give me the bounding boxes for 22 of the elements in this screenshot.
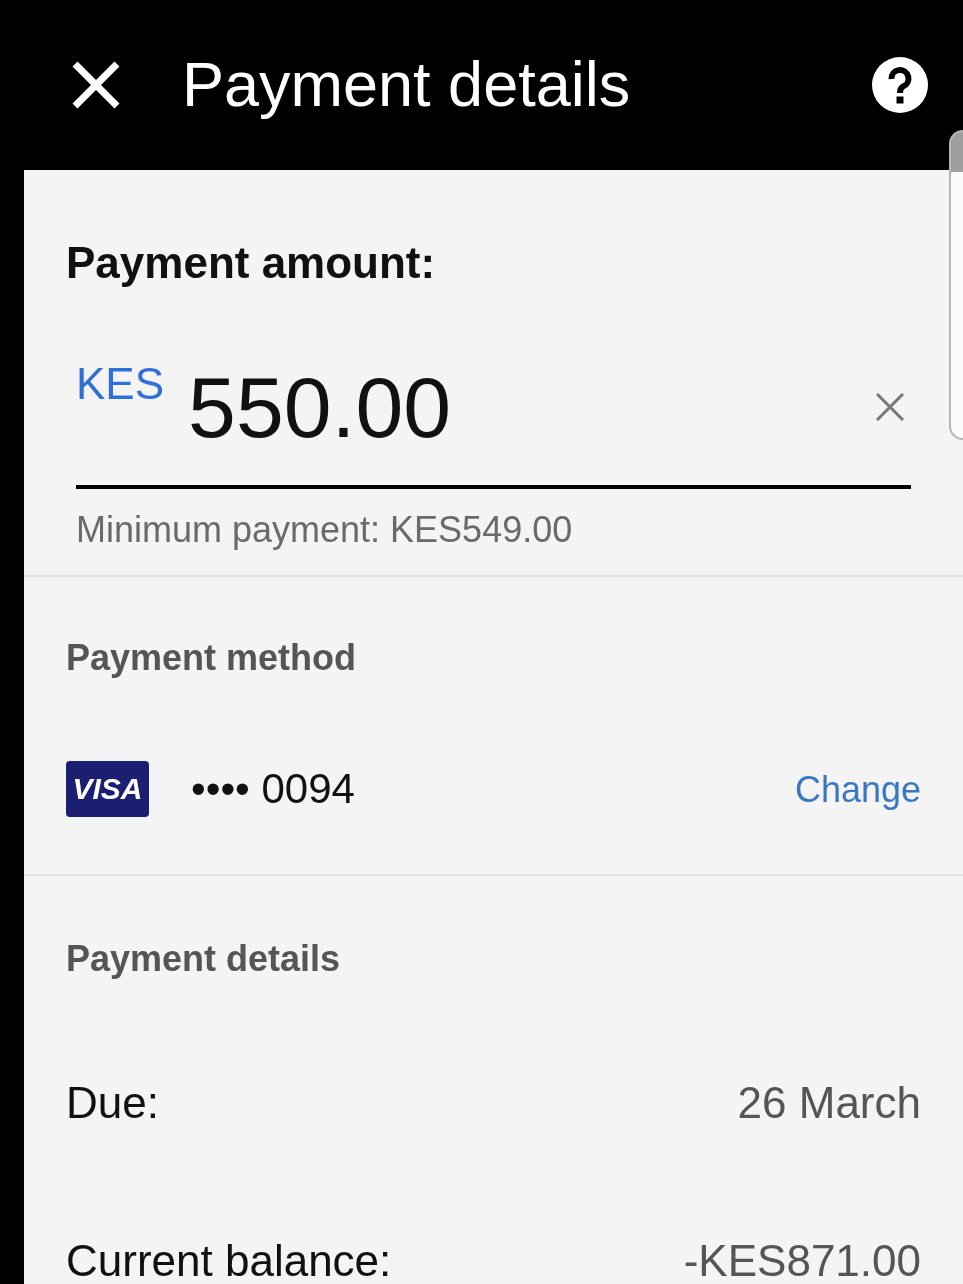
close-button[interactable] [72, 61, 120, 109]
minimum-payment-hint: Minimum payment: KES549.00 [76, 507, 574, 551]
page-title: Payment details [182, 48, 632, 122]
amount-label: Payment amount: [66, 237, 437, 289]
section-heading: Payment method [66, 636, 358, 680]
section-heading: Payment details [66, 937, 342, 981]
change-link[interactable]: Change [794, 767, 921, 811]
close-icon [72, 61, 120, 109]
currency-label: KES [76, 361, 165, 406]
detail-value: -KES871.00 [683, 1236, 921, 1284]
amount-field[interactable]: KES 550.00 [76, 361, 911, 489]
detail-value: 26 March [737, 1079, 921, 1128]
clear-icon [876, 392, 904, 421]
detail-label: Current balance: [66, 1236, 392, 1284]
help-button[interactable] [872, 57, 928, 113]
amount-value: 550.00 [188, 363, 452, 450]
help-icon [872, 57, 928, 113]
edge-handle[interactable] [949, 130, 963, 440]
detail-label: Due: [66, 1079, 159, 1128]
card-brand-logo: VISA [66, 761, 149, 818]
clear-button[interactable] [876, 392, 904, 421]
card-number: •••• 0094 [191, 763, 355, 814]
